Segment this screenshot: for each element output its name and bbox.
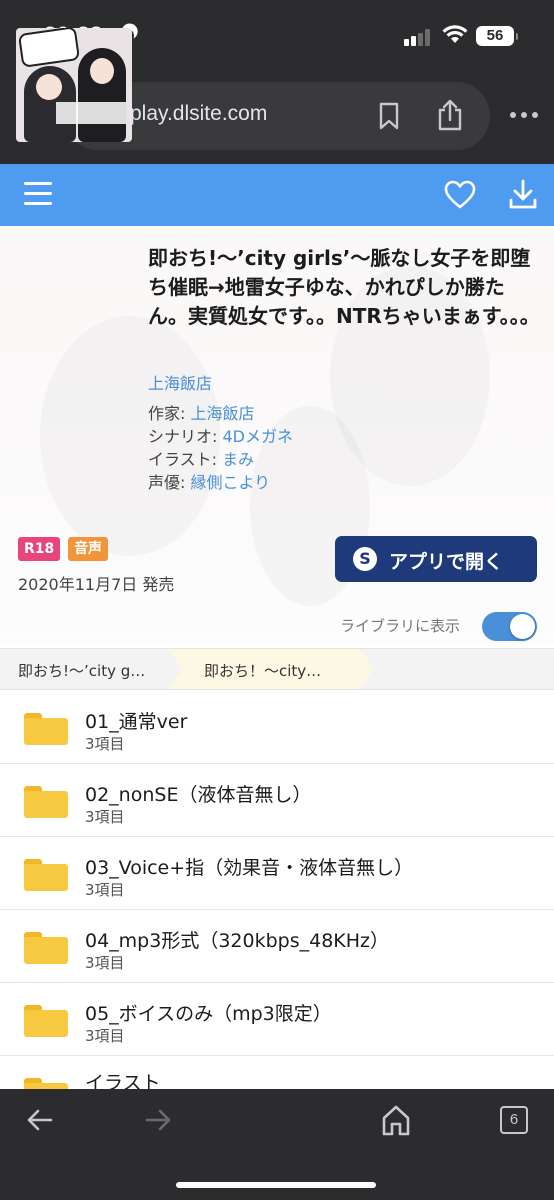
- open-in-app-label: アプリで開く: [389, 551, 504, 573]
- battery-indicator: 56: [476, 26, 518, 46]
- tab-switcher-button[interactable]: 6: [500, 1106, 528, 1134]
- folder-name: 01_通常ver: [85, 711, 188, 733]
- arrow-left-icon[interactable]: [26, 1107, 54, 1133]
- hamburger-menu-icon[interactable]: [24, 182, 52, 206]
- folder-item-count: 3項目: [85, 808, 125, 826]
- folder-name: 05_ボイスのみ（mp3限定）: [85, 1003, 332, 1025]
- wifi-icon: [442, 25, 468, 43]
- bookmark-icon[interactable]: [378, 102, 400, 130]
- more-options-icon[interactable]: [510, 112, 540, 120]
- folder-name: 03_Voice+指（効果音・液体音無し）: [85, 857, 414, 879]
- open-in-app-button[interactable]: S アプリで開く: [335, 536, 537, 582]
- folder-name: 04_mp3形式（320kbps_48KHz）: [85, 930, 390, 952]
- release-date: 2020年11月7日 発売: [18, 575, 175, 594]
- folder-name: 02_nonSE（液体音無し）: [85, 784, 312, 806]
- folder-item-count: 3項目: [85, 954, 125, 972]
- app-logo-icon: S: [353, 547, 377, 571]
- app-header: [0, 164, 554, 226]
- credits-list: 作家: 上海飯店 シナリオ: 4Dメガネ イラスト: まみ 声優: 縁側こより: [148, 402, 293, 494]
- toggle-knob: [510, 614, 535, 639]
- folder-item-count: 3項目: [85, 735, 125, 753]
- folder-name: イラスト: [85, 1072, 161, 1089]
- folder-icon: [24, 859, 68, 891]
- folder-icon: [24, 1005, 68, 1037]
- url-text: play.dlsite.com: [130, 102, 268, 125]
- folder-item[interactable]: 02_nonSE（液体音無し） 3項目: [0, 764, 554, 837]
- work-thumbnail[interactable]: [16, 28, 132, 142]
- folder-icon: [24, 713, 68, 745]
- credit-row-illustration: イラスト: まみ: [148, 450, 255, 469]
- breadcrumb-item-current[interactable]: 即おち！〜city…: [204, 660, 354, 681]
- work-title: 即おち!〜’city girls’〜脈なし女子を即堕ち催眠→地雷女子ゆな、かれぴ…: [148, 246, 540, 328]
- breadcrumb-separator: [168, 649, 182, 689]
- author-link[interactable]: 上海飯店: [190, 404, 254, 423]
- library-visibility-toggle[interactable]: [482, 612, 537, 641]
- folder-item[interactable]: 03_Voice+指（効果音・液体音無し） 3項目: [0, 837, 554, 910]
- library-visibility-label: ライブラリに表示: [340, 617, 461, 635]
- breadcrumb: 即おち!〜’city g… 即おち！〜city…: [0, 648, 554, 690]
- circle-link[interactable]: 上海飯店: [148, 370, 212, 394]
- voice-badge: 音声: [68, 537, 108, 561]
- breadcrumb-item-root[interactable]: 即おち!〜’city g…: [18, 660, 168, 681]
- folder-item[interactable]: イラスト: [0, 1056, 554, 1089]
- folder-item-count: 3項目: [85, 881, 125, 899]
- credit-row-author: 作家: 上海飯店: [148, 404, 255, 423]
- r18-badge: R18: [18, 537, 61, 561]
- arrow-right-icon[interactable]: [144, 1107, 172, 1133]
- illustrator-link[interactable]: まみ: [222, 450, 254, 469]
- folder-item-count: 3項目: [85, 1027, 125, 1045]
- credit-row-scenario: シナリオ: 4Dメガネ: [148, 427, 293, 446]
- home-icon[interactable]: [380, 1103, 412, 1137]
- folder-item[interactable]: 04_mp3形式（320kbps_48KHz） 3項目: [0, 910, 554, 983]
- download-icon[interactable]: [508, 178, 538, 210]
- voice-actor-link[interactable]: 縁側こより: [190, 473, 270, 492]
- share-icon[interactable]: [436, 98, 464, 132]
- home-indicator: [176, 1182, 376, 1188]
- cellular-signal-icon: [404, 28, 434, 46]
- credit-row-voice-actor: 声優: 縁側こより: [148, 473, 271, 492]
- folder-icon: [24, 1078, 68, 1089]
- folder-icon: [24, 932, 68, 964]
- folder-icon: [24, 786, 68, 818]
- folder-item[interactable]: 05_ボイスのみ（mp3限定） 3項目: [0, 983, 554, 1056]
- heart-icon[interactable]: [444, 180, 476, 210]
- folder-item[interactable]: 01_通常ver 3項目: [0, 691, 554, 764]
- scenario-link[interactable]: 4Dメガネ: [222, 427, 293, 446]
- folder-list: 01_通常ver 3項目 02_nonSE（液体音無し） 3項目 03_Voic…: [0, 691, 554, 1089]
